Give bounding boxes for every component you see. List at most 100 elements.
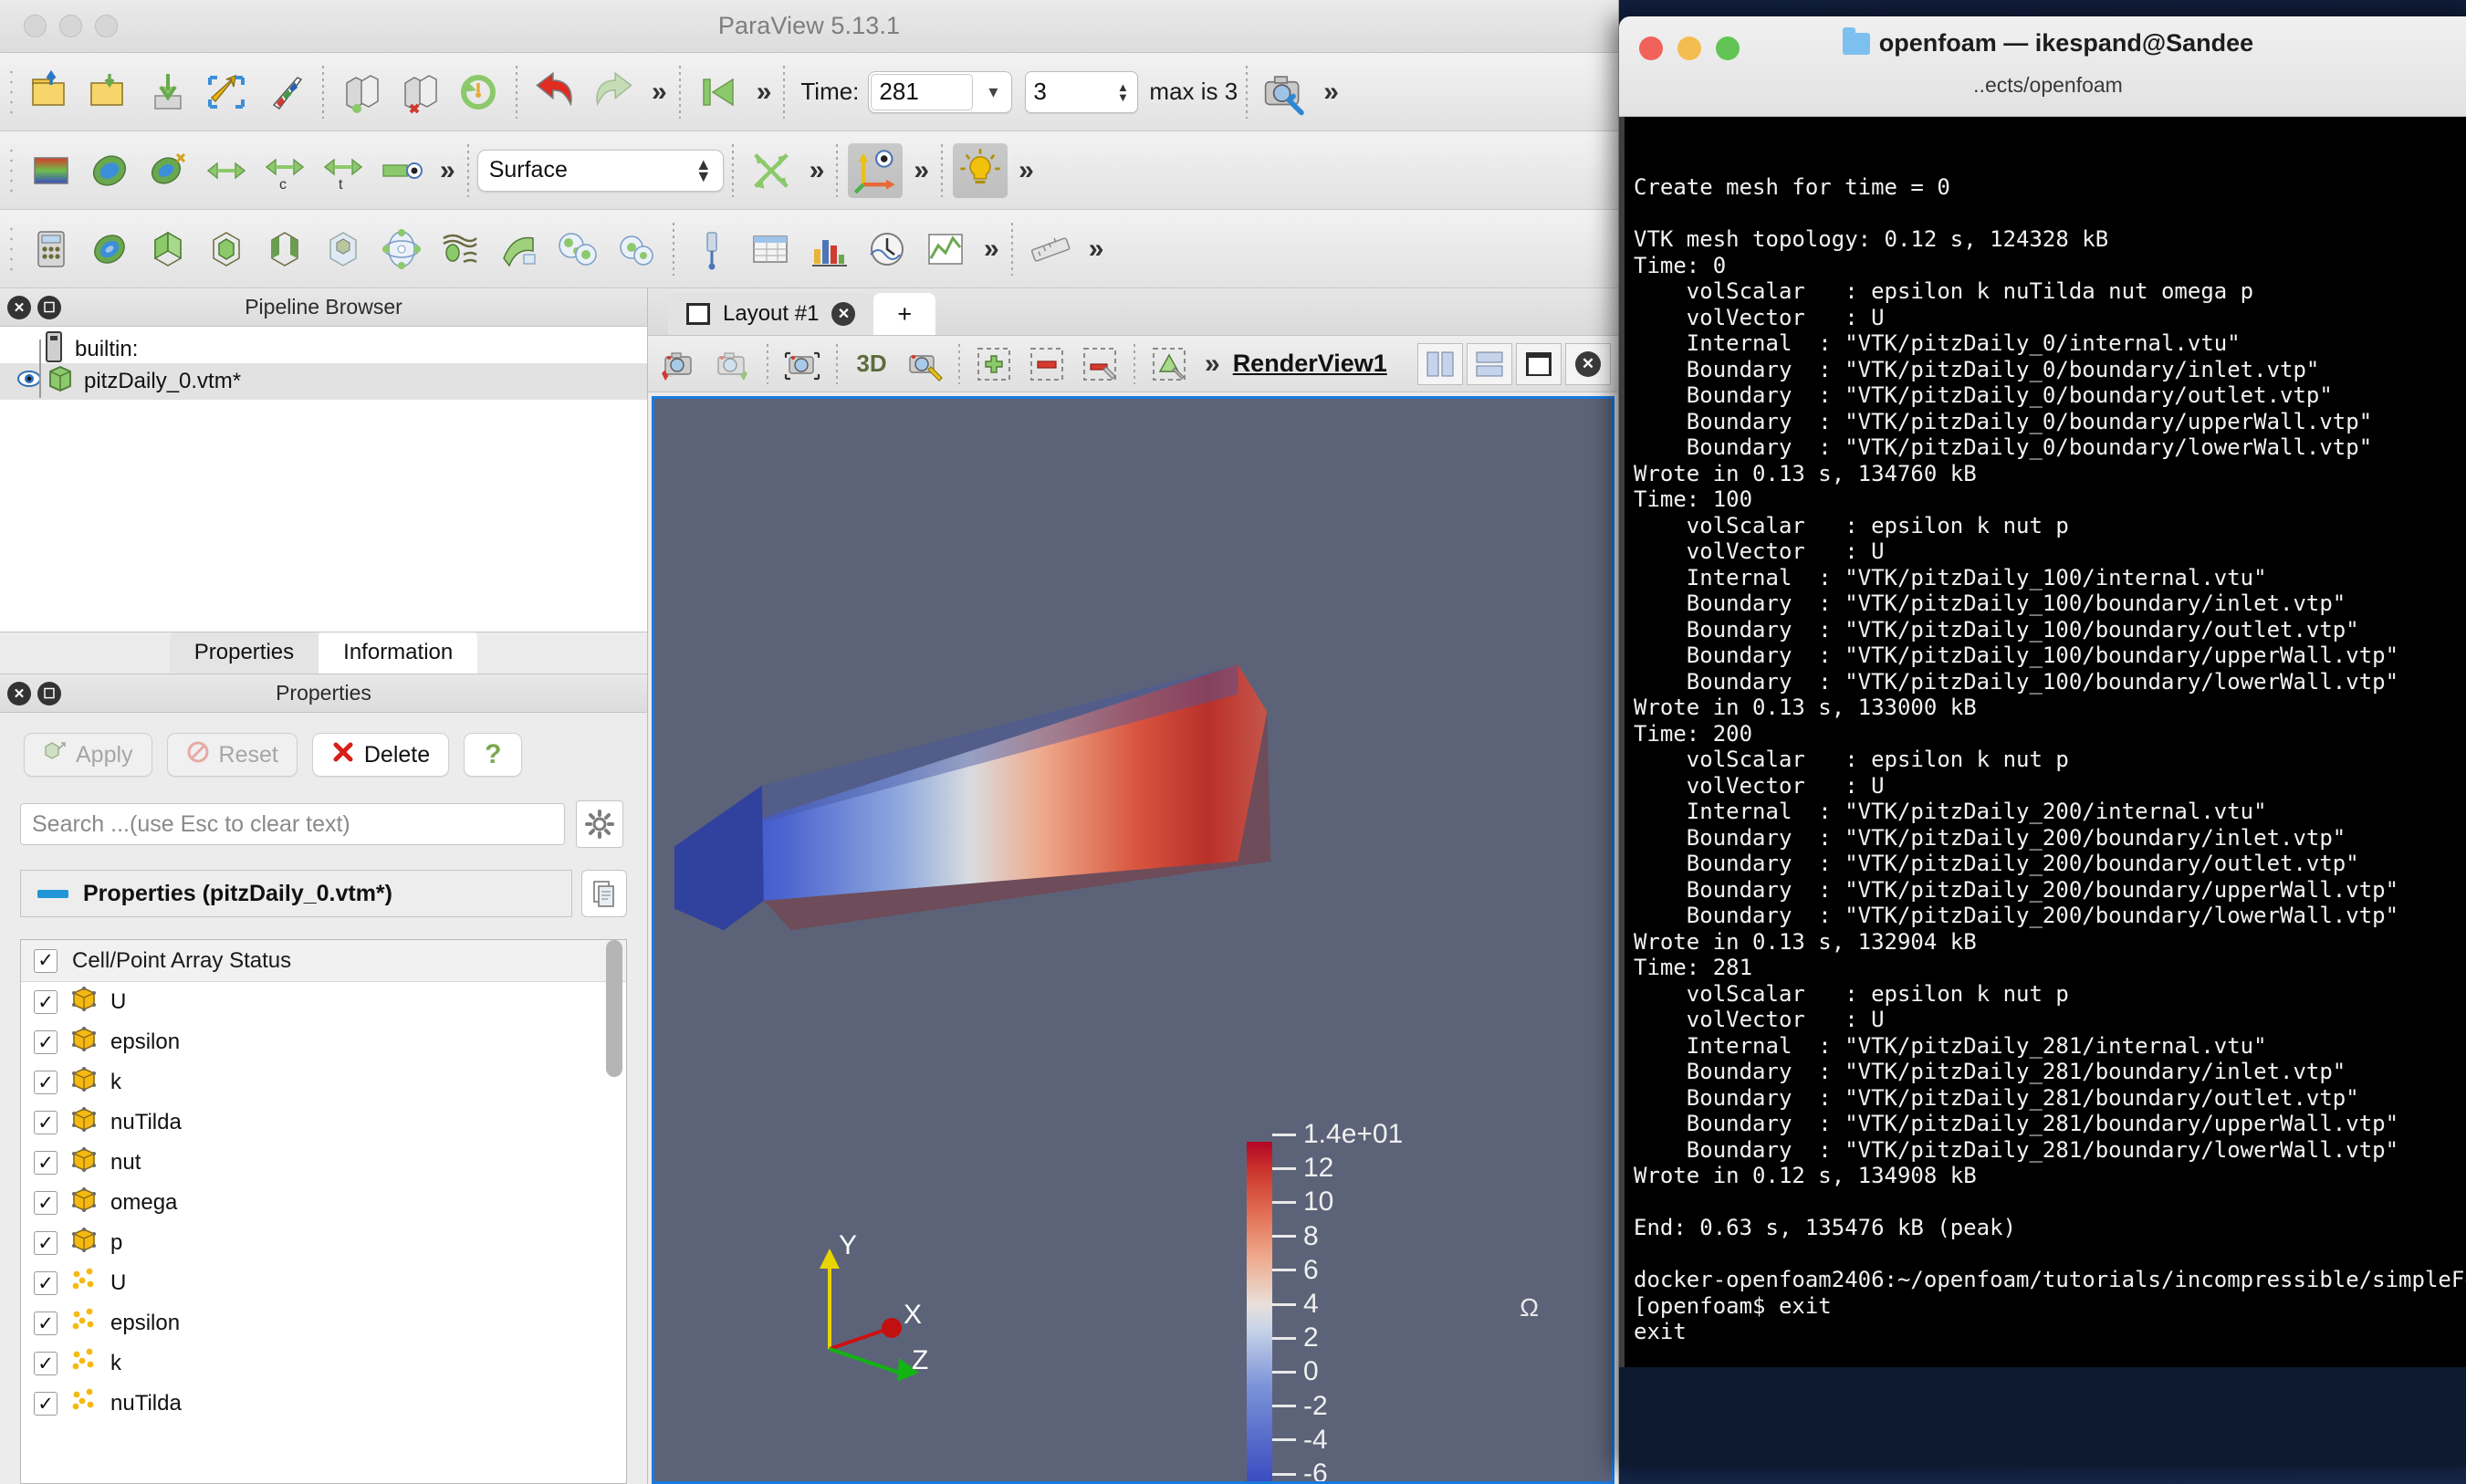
array-row[interactable]: ✓ p: [21, 1223, 626, 1263]
frame-index-spinner[interactable]: ▲▼: [1025, 70, 1139, 113]
undo-camera-icon[interactable]: [656, 340, 704, 388]
render-view-name[interactable]: RenderView1: [1233, 350, 1387, 378]
threshold-filter-icon[interactable]: [257, 222, 312, 277]
plot-data-icon[interactable]: [918, 222, 973, 277]
undock-panel-icon[interactable]: ☐: [37, 295, 61, 319]
ruler-measure-icon[interactable]: [1023, 222, 1078, 277]
histogram-icon[interactable]: [801, 222, 856, 277]
scrollbar-thumb[interactable]: [606, 940, 622, 1077]
toolbar-overflow-icon-1[interactable]: »: [643, 78, 671, 106]
chevron-down-icon[interactable]: ▾: [975, 80, 1011, 103]
representation-select[interactable]: Surface ▲ ▼: [476, 149, 724, 192]
toolbar-overflow-icon-8[interactable]: »: [975, 235, 1003, 263]
array-list-scrollbar[interactable]: [606, 940, 622, 1483]
stream-tracer-icon[interactable]: [433, 222, 487, 277]
scalar-bar[interactable]: 1.4e+01 12 10 8 6 4 2 0 -2 -4 -6: [1247, 1116, 1457, 1481]
toolbar-overflow-icon-2[interactable]: »: [747, 78, 776, 106]
array-row[interactable]: ✓ epsilon: [21, 1303, 626, 1343]
close-view-icon[interactable]: ✕: [1565, 342, 1611, 385]
disconnect-server-icon[interactable]: [392, 65, 447, 120]
array-row[interactable]: ✓ nuTilda: [21, 1384, 626, 1424]
array-checkbox[interactable]: ✓: [34, 1191, 57, 1215]
array-checkbox[interactable]: ✓: [34, 1111, 57, 1134]
undo-icon[interactable]: [528, 65, 582, 120]
toolbar-overflow-icon-5[interactable]: »: [800, 156, 829, 184]
array-row[interactable]: ✓ epsilon: [21, 1022, 626, 1062]
chevron-updown-icon[interactable]: ▲ ▼: [695, 156, 712, 184]
reset-button[interactable]: Reset: [166, 733, 298, 777]
toggle-color-legend-icon[interactable]: [374, 143, 429, 198]
edit-color-map-icon[interactable]: [82, 143, 137, 198]
camera-settings-icon[interactable]: [1258, 65, 1312, 120]
pipeline-browser[interactable]: builtin: pitzDaily_0.vtm*: [0, 327, 647, 632]
close-layout-icon[interactable]: ✕: [831, 302, 856, 326]
pipeline-item-pitzdaily[interactable]: pitzDaily_0.vtm*: [0, 363, 647, 400]
layout-tab-1[interactable]: Layout #1 ✕: [668, 293, 874, 335]
frame-index-input[interactable]: [1026, 72, 1109, 111]
adjust-camera-icon[interactable]: [901, 340, 948, 388]
open-recent-icon[interactable]: [82, 65, 137, 120]
plot-over-line-icon[interactable]: [684, 222, 739, 277]
paraview-logo-icon[interactable]: [257, 65, 312, 120]
toolbar-grip[interactable]: [6, 224, 16, 274]
undock-panel-icon[interactable]: ☐: [37, 681, 61, 705]
time-value-field[interactable]: [871, 73, 974, 110]
connect-icon[interactable]: [199, 65, 254, 120]
plot-over-time-icon[interactable]: [860, 222, 914, 277]
reset-camera-closest-icon[interactable]: [778, 340, 826, 388]
find-data-icon[interactable]: [1145, 340, 1193, 388]
rescale-color-map-icon[interactable]: [141, 143, 195, 198]
calculator-filter-icon[interactable]: [24, 222, 78, 277]
view-toolbar-overflow-icon[interactable]: »: [1196, 350, 1224, 378]
toolbar-grip[interactable]: [6, 67, 16, 117]
terminal-window[interactable]: openfoam — ikespand@Sandee ..ects/openfo…: [1619, 16, 2466, 1468]
array-row[interactable]: ✓ k: [21, 1062, 626, 1103]
properties-dock-buttons[interactable]: ✕ ☐: [7, 681, 61, 705]
light-kit-icon[interactable]: [953, 142, 1008, 198]
toolbar-overflow-icon-6[interactable]: »: [904, 156, 933, 184]
rescale-data-range-icon[interactable]: [199, 143, 254, 198]
properties-information-tabs[interactable]: Properties Information: [0, 632, 647, 674]
pipeline-item-builtin[interactable]: builtin:: [0, 327, 647, 363]
layout-tab-bar[interactable]: Layout #1 ✕ +: [648, 288, 1618, 336]
color-map-icon[interactable]: [24, 143, 78, 198]
time-combo[interactable]: ▾: [868, 70, 1013, 113]
select-all-checkbox[interactable]: ✓: [34, 948, 57, 973]
clip-filter-icon[interactable]: [141, 222, 195, 277]
contour-filter-icon[interactable]: [82, 222, 137, 277]
array-checkbox[interactable]: ✓: [34, 1352, 57, 1375]
array-checkbox[interactable]: ✓: [34, 1312, 57, 1335]
array-list-header[interactable]: ✓ Cell/Point Array Status: [21, 940, 626, 982]
toolbar-overflow-icon-4[interactable]: »: [431, 156, 459, 184]
extract-block-icon[interactable]: [608, 222, 663, 277]
array-checkbox[interactable]: ✓: [34, 1271, 57, 1295]
split-horizontal-icon[interactable]: [1417, 342, 1463, 385]
tab-properties[interactable]: Properties: [169, 632, 319, 674]
close-panel-icon[interactable]: ✕: [7, 295, 31, 319]
close-panel-icon[interactable]: ✕: [7, 681, 31, 705]
copy-properties-icon[interactable]: [581, 870, 627, 917]
apply-button[interactable]: Apply: [24, 733, 152, 777]
toolbar-overflow-icon-3[interactable]: »: [1314, 78, 1343, 106]
array-checkbox[interactable]: ✓: [34, 1392, 57, 1416]
tab-information[interactable]: Information: [319, 632, 478, 674]
open-file-icon[interactable]: [24, 65, 78, 120]
array-row[interactable]: ✓ nuTilda: [21, 1103, 626, 1143]
spinner-arrows[interactable]: ▲ ▼: [1108, 72, 1137, 112]
maximize-view-icon[interactable]: [1516, 342, 1562, 385]
array-checkbox[interactable]: ✓: [34, 1071, 57, 1094]
array-checkbox[interactable]: ✓: [34, 1030, 57, 1054]
array-row[interactable]: ✓ k: [21, 1343, 626, 1384]
array-row[interactable]: ✓ U: [21, 982, 626, 1022]
array-row[interactable]: ✓ nut: [21, 1143, 626, 1183]
toggle-3d-button[interactable]: 3D: [848, 340, 895, 388]
rescale-time-range-icon[interactable]: t: [316, 143, 371, 198]
edit-selection-icon[interactable]: [1076, 340, 1123, 388]
properties-group-header[interactable]: Properties (pitzDaily_0.vtm*): [20, 870, 572, 917]
connect-server-icon[interactable]: [334, 65, 389, 120]
slice-filter-icon[interactable]: [199, 222, 254, 277]
reset-session-icon[interactable]: [451, 65, 506, 120]
render-view[interactable]: 1.4e+01 12 10 8 6 4 2 0 -2 -4 -6 Ω Y X Z: [652, 396, 1614, 1484]
first-frame-icon[interactable]: [691, 65, 746, 120]
orientation-axes[interactable]: Y X Z: [773, 1221, 937, 1385]
